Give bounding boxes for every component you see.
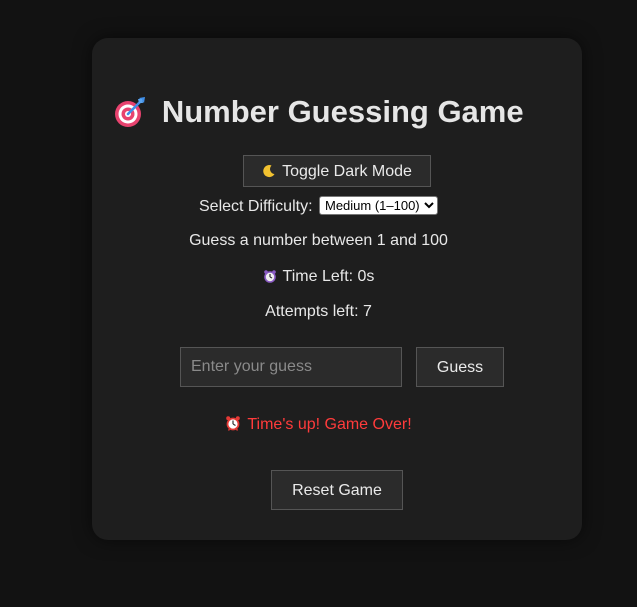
target-icon — [113, 95, 147, 129]
difficulty-row: Select Difficulty: Medium (1–100) — [0, 196, 637, 216]
toggle-dark-mode-label: Toggle Dark Mode — [282, 163, 412, 180]
toggle-dark-mode-button[interactable]: Toggle Dark Mode — [243, 155, 431, 187]
difficulty-label: Select Difficulty: — [199, 198, 313, 215]
time-left-row: Time Left: 0s — [0, 268, 637, 286]
alarm-clock-icon — [263, 269, 277, 283]
difficulty-select[interactable]: Medium (1–100) — [318, 196, 438, 215]
guess-input[interactable] — [180, 347, 402, 387]
title-row: Number Guessing Game — [0, 94, 637, 134]
alarm-clock-icon — [225, 415, 241, 431]
moon-icon — [262, 159, 276, 178]
page-title: Number Guessing Game — [161, 94, 524, 129]
status-message-row: Time's up! Game Over! — [0, 415, 637, 434]
guess-button[interactable]: Guess — [416, 347, 504, 387]
range-text: Guess a number between 1 and 100 — [189, 232, 448, 249]
reset-game-button[interactable]: Reset Game — [271, 470, 403, 510]
attempts-left-text: Attempts left: 7 — [265, 303, 372, 320]
time-left-text: Time Left: 0s — [282, 268, 375, 285]
status-message: Time's up! Game Over! — [247, 416, 412, 433]
